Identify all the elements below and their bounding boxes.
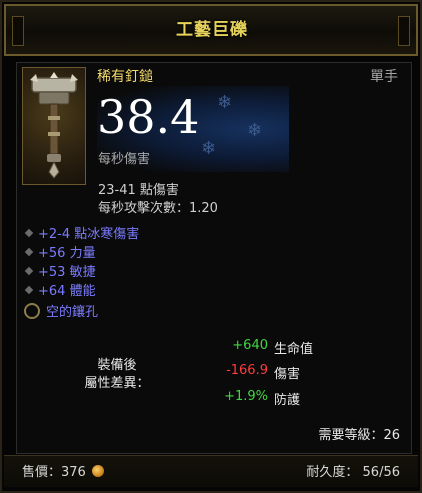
compare-value: +640 (232, 338, 268, 353)
compare-row: -166.9 傷害 (192, 363, 392, 382)
compare-value: +1.9% (224, 389, 268, 404)
socket-label: 空的鑲孔 (46, 305, 99, 320)
dps-label: 每秒傷害 (98, 152, 151, 167)
gold-coin-icon (91, 464, 104, 477)
affix-line: +53 敏捷 (24, 261, 96, 280)
affix-text: +64 體能 (38, 284, 96, 299)
item-tooltip: 工藝巨礫 稀有釘鎚 單手 ❄ ❄ ❄ 38.4 每秒傷害 23-41 點傷害 每… (0, 0, 422, 493)
compare-value: -166.9 (226, 363, 268, 378)
affix-text: +2-4 點冰寒傷害 (38, 227, 140, 242)
item-name: 工藝巨礫 (176, 20, 248, 40)
bullet-icon (24, 247, 34, 256)
required-level: 需要等級：26 (318, 428, 400, 443)
bullet-icon (24, 285, 34, 294)
dps-value: 38.4 (97, 90, 200, 144)
compare-label-line1: 裝備後 (97, 358, 137, 373)
affix-text: +53 敏捷 (38, 265, 96, 280)
tooltip-header: 工藝巨礫 (4, 4, 418, 56)
compare-row: +1.9% 防護 (192, 389, 392, 408)
affix-line: +2-4 點冰寒傷害 (24, 223, 140, 242)
compare-stat-name: 生命值 (274, 342, 314, 357)
title-plate: 工藝巨礫 (156, 12, 268, 48)
compare-row: +640 生命值 (192, 338, 392, 357)
compare-label: 裝備後 屬性差異： (72, 357, 162, 393)
empty-socket: 空的鑲孔 (24, 301, 98, 320)
item-type: 稀有釘鎚 (97, 69, 153, 85)
compare-stat-name: 防護 (274, 393, 301, 408)
damage-range: 23-41 點傷害 (98, 183, 179, 198)
snowflake-icon: ❄ (247, 120, 263, 141)
item-icon-frame (22, 67, 86, 185)
affix-text: +56 力量 (38, 246, 96, 261)
attack-speed: 每秒攻擊次數：1.20 (98, 201, 218, 216)
affix-line: +56 力量 (24, 242, 96, 261)
item-slot: 單手 (370, 69, 398, 85)
bullet-icon (24, 266, 34, 275)
sell-price: 售價：376 (22, 461, 104, 480)
bullet-icon (24, 228, 34, 237)
compare-label-line2: 屬性差異： (84, 376, 150, 391)
snowflake-icon: ❄ (217, 92, 233, 113)
compare-stat-name: 傷害 (274, 367, 301, 382)
snowflake-icon: ❄ (201, 138, 217, 159)
socket-icon (24, 302, 40, 319)
durability: 耐久度： 56/56 (306, 465, 400, 480)
sell-price-text: 售價：376 (22, 465, 86, 480)
mace-icon (30, 72, 78, 179)
affix-line: +64 體能 (24, 280, 96, 299)
